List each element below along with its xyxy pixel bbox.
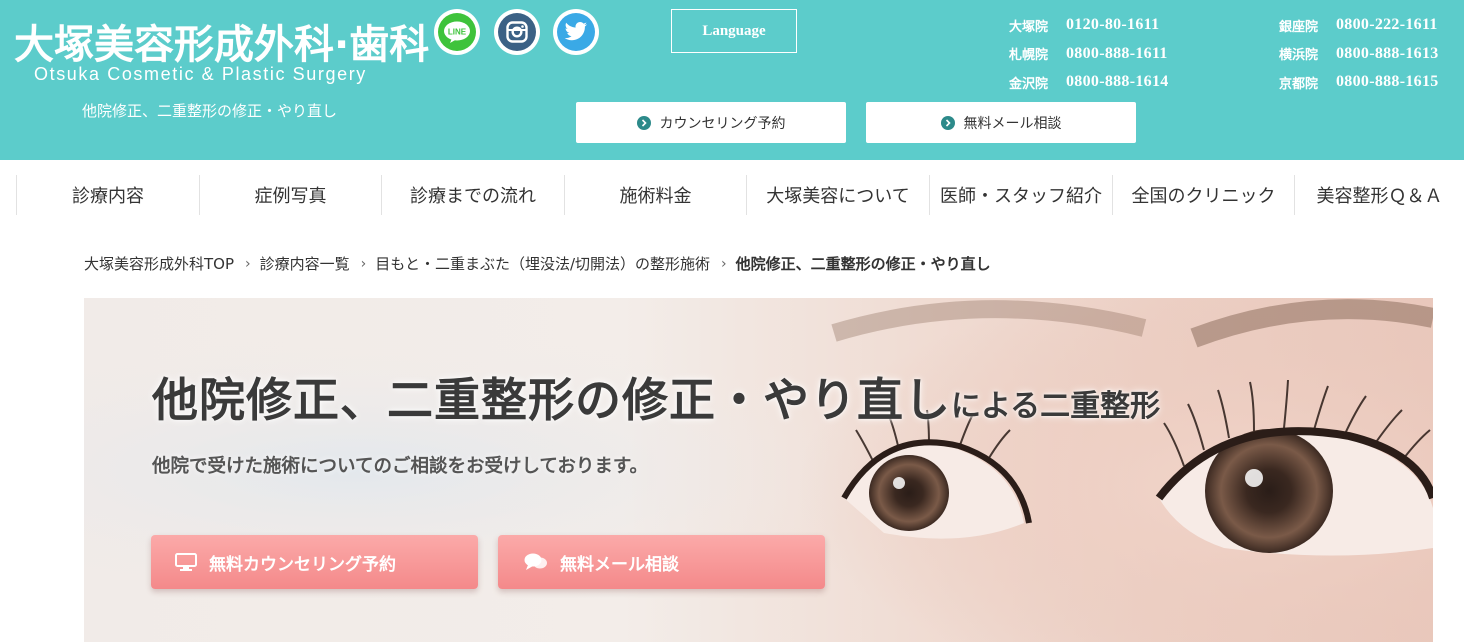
phone-row[interactable]: 金沢院 0800-888-1614 <box>1009 68 1169 97</box>
phone-list-left: 大塚院 0120-80-1611 札幌院 0800-888-1611 金沢院 0800… <box>1009 11 1169 97</box>
phone-number[interactable]: 0800-222-1611 <box>1336 16 1438 34</box>
camera-icon <box>506 21 528 43</box>
mail-button-label: 無料メール相談 <box>963 115 1062 132</box>
nav-item-case-photos[interactable]: 症例写真 <box>199 175 381 215</box>
phone-number[interactable]: 0800-888-1614 <box>1066 73 1169 91</box>
line-icon-text: LINE <box>448 28 467 37</box>
nav-item-treatments[interactable]: 診療内容 <box>16 175 199 215</box>
nav-item-clinics[interactable]: 全国のクリニック <box>1112 175 1294 215</box>
language-button[interactable]: Language <box>671 9 797 53</box>
phone-row[interactable]: 銀座院 0800-222-1611 <box>1279 11 1439 40</box>
clinic-name: 京都院 <box>1279 76 1319 92</box>
chevron-right-icon: › <box>360 255 367 272</box>
nav-item-about[interactable]: 大塚美容について <box>746 175 929 215</box>
chevron-right-icon: › <box>721 255 727 272</box>
hero-title-main: 他院修正、二重整形の修正・やり直し <box>152 373 951 427</box>
clinic-name: 銀座院 <box>1279 19 1319 35</box>
nav-item-flow[interactable]: 診療までの流れ <box>381 175 564 215</box>
clinic-name: 札幌院 <box>1009 48 1049 64</box>
line-icon[interactable]: LINE <box>434 9 480 55</box>
main-nav: 診療内容 症例写真 診療までの流れ 施術料金 大塚美容について 医師・スタッフ紹… <box>16 175 1464 215</box>
counseling-reservation-button[interactable]: カウンセリング予約 <box>576 102 846 143</box>
nav-item-qa[interactable]: 美容整形Ｑ＆Ａ <box>1294 175 1464 215</box>
phone-row[interactable]: 横浜院 0800-888-1613 <box>1279 40 1439 69</box>
free-counseling-label: 無料カウンセリング予約 <box>209 554 396 575</box>
hero-banner: 他院修正、二重整形の修正・やり直しによる二重整形 他院で受けた施術についてのご相… <box>84 298 1433 642</box>
free-counseling-button[interactable]: 無料カウンセリング予約 <box>151 535 478 589</box>
site-header: 大塚美容形成外科·歯科 Otsuka Cosmetic & Plastic Su… <box>0 0 1464 160</box>
twitter-icon[interactable] <box>553 9 599 55</box>
phone-number[interactable]: 0800-888-1611 <box>1066 45 1168 63</box>
breadcrumb-current: 他院修正、二重整形の修正・やり直し <box>735 255 991 273</box>
logo-english[interactable]: Otsuka Cosmetic & Plastic Surgery <box>34 64 367 85</box>
logo-japanese[interactable]: 大塚美容形成外科·歯科 <box>14 12 429 70</box>
twitter-icon-badge <box>557 13 595 51</box>
hero-subtitle: 他院で受けた施術についてのご相談をお受けしております。 <box>152 456 648 477</box>
header-tagline: 他院修正、二重整形の修正・やり直し <box>82 102 338 120</box>
bird-icon <box>564 22 587 41</box>
nav-item-doctors-staff[interactable]: 医師・スタッフ紹介 <box>929 175 1112 215</box>
instagram-icon-badge <box>498 13 536 51</box>
phone-number[interactable]: 0800-888-1613 <box>1336 45 1439 63</box>
hero-title-suffix: による二重整形 <box>951 389 1161 424</box>
phone-row[interactable]: 札幌院 0800-888-1611 <box>1009 40 1169 69</box>
chevron-right-icon: › <box>245 255 251 272</box>
free-mail-label: 無料メール相談 <box>560 554 679 575</box>
chevron-right-icon <box>940 115 955 130</box>
phone-number[interactable]: 0120-80-1611 <box>1066 16 1159 34</box>
breadcrumb: 大塚美容形成外科TOP › 診療内容一覧 › 目もと・二重まぶた（埋没法/切開法… <box>84 253 991 274</box>
clinic-name: 金沢院 <box>1009 76 1049 92</box>
phone-list-right: 銀座院 0800-222-1611 横浜院 0800-888-1613 京都院 080… <box>1279 11 1439 97</box>
mail-consultation-button[interactable]: 無料メール相談 <box>866 102 1136 143</box>
breadcrumb-link-treatments[interactable]: 診療内容一覧 <box>260 253 350 274</box>
hero-title: 他院修正、二重整形の修正・やり直しによる二重整形 <box>152 364 1160 430</box>
line-icon-badge: LINE <box>438 13 476 51</box>
monitor-icon <box>175 553 197 571</box>
phone-number[interactable]: 0800-888-1615 <box>1336 73 1439 91</box>
free-mail-consultation-button[interactable]: 無料メール相談 <box>498 535 825 589</box>
chevron-right-icon <box>636 115 651 130</box>
breadcrumb-link-eye-surgery[interactable]: 目もと・二重まぶた（埋没法/切開法）の整形施術 <box>375 253 710 274</box>
counseling-button-label: カウンセリング予約 <box>659 115 786 132</box>
phone-row[interactable]: 京都院 0800-888-1615 <box>1279 68 1439 97</box>
line-bubble-icon: LINE <box>444 21 470 43</box>
breadcrumb-link-top[interactable]: 大塚美容形成外科TOP <box>84 253 234 274</box>
instagram-icon[interactable] <box>494 9 540 55</box>
clinic-name: 横浜院 <box>1279 48 1319 64</box>
chat-bubble-icon <box>524 553 548 571</box>
nav-item-prices[interactable]: 施術料金 <box>564 175 746 215</box>
phone-row[interactable]: 大塚院 0120-80-1611 <box>1009 11 1169 40</box>
clinic-name: 大塚院 <box>1009 19 1049 35</box>
